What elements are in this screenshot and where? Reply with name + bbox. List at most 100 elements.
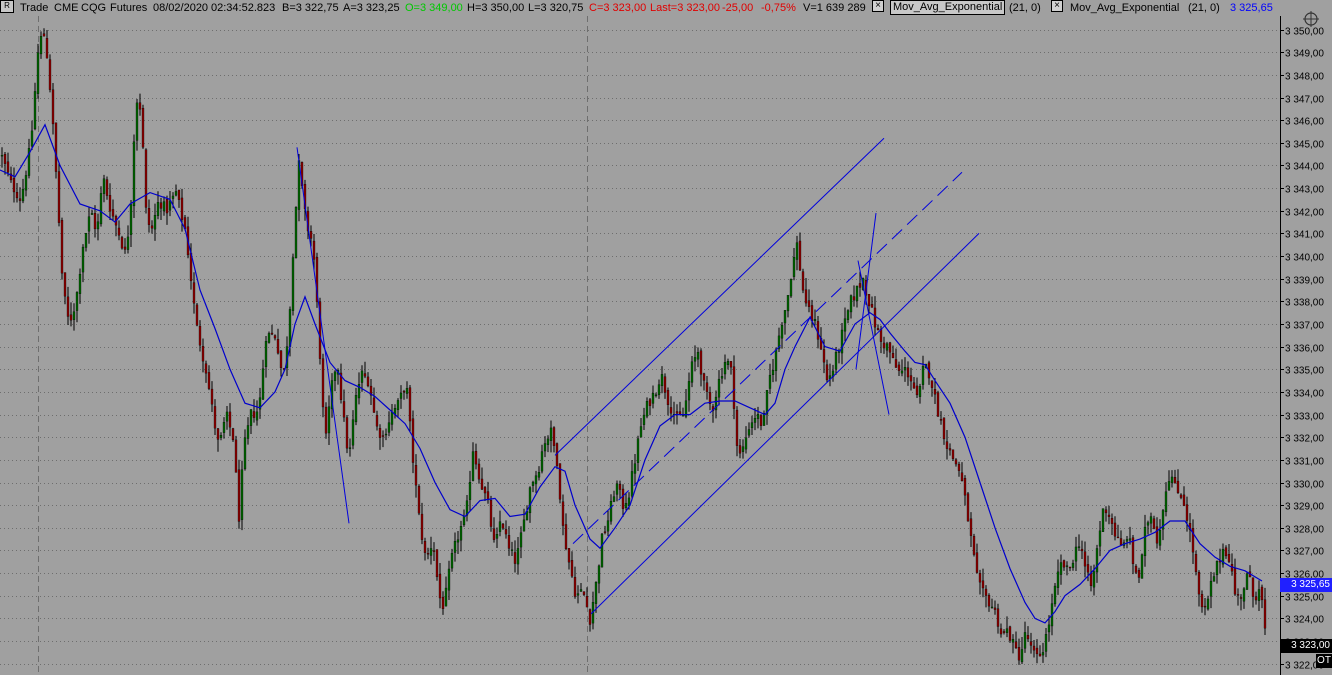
candle-down xyxy=(441,596,445,610)
candle-down xyxy=(117,227,121,236)
candle-down xyxy=(1227,554,1231,562)
candle-up xyxy=(174,191,178,196)
candle-down xyxy=(1026,635,1030,640)
candle-down xyxy=(936,392,940,417)
candle-down xyxy=(141,108,145,148)
candle-up xyxy=(264,341,268,368)
candle-up xyxy=(645,401,649,417)
candle-down xyxy=(3,154,7,164)
candle-up xyxy=(846,310,850,320)
candle-down xyxy=(204,363,208,374)
candle-up xyxy=(1020,649,1024,663)
candle-up xyxy=(1056,571,1060,588)
candle-up xyxy=(774,349,778,371)
date-label: 08/02/2020 xyxy=(153,2,209,14)
candle-down xyxy=(213,406,217,429)
ema-polyline xyxy=(0,123,1263,624)
candle-up xyxy=(132,141,136,207)
candle-down xyxy=(1068,566,1072,569)
candle-down xyxy=(582,591,586,595)
candle-up xyxy=(459,526,463,541)
candle-down xyxy=(66,296,70,317)
trend-lines[interactable] xyxy=(296,137,980,615)
ema-value-marker: 3 325,65 xyxy=(1280,578,1332,592)
candle-down xyxy=(939,419,943,421)
candle-down xyxy=(621,488,625,509)
candle-up xyxy=(510,549,514,551)
candle-down xyxy=(888,342,892,353)
candle-up xyxy=(633,463,637,474)
trend-line xyxy=(296,147,350,524)
crosshair-icon[interactable] xyxy=(1302,10,1320,28)
y-tick-label: 3 349,00 xyxy=(1285,49,1324,60)
candle-down xyxy=(105,179,109,196)
candle-down xyxy=(909,375,913,382)
candle-down xyxy=(966,493,970,522)
candle-down xyxy=(870,304,874,308)
candle-down xyxy=(873,307,877,328)
candle-up xyxy=(630,471,634,497)
candle-down xyxy=(603,531,607,533)
candle-down xyxy=(378,428,382,438)
candle-down xyxy=(432,550,436,552)
candle-down xyxy=(945,441,949,449)
candle-down xyxy=(210,388,214,405)
candle-down xyxy=(798,240,802,271)
candle-up xyxy=(84,232,88,248)
candle-down xyxy=(984,588,988,596)
chart-area[interactable]: 3 350,00 3 349,00 3 348,00 3 347,00 3 346,00… xyxy=(0,0,1332,675)
candle-up xyxy=(156,202,160,216)
ask-value: A=3 323,25 xyxy=(343,2,400,14)
candle-down xyxy=(111,209,115,217)
study2-name[interactable]: Mov_Avg_Exponential xyxy=(1070,0,1179,16)
trend-line xyxy=(554,137,885,456)
candle-down xyxy=(564,524,568,550)
candle-down xyxy=(618,484,622,490)
candle-down xyxy=(879,329,883,342)
price-chart[interactable]: 3 350,00 3 349,00 3 348,00 3 347,00 3 346,00… xyxy=(0,0,1332,675)
ot-marker: OT xyxy=(1316,654,1332,668)
study2-params: (21, 0) xyxy=(1188,2,1220,14)
candle-down xyxy=(876,328,880,331)
trend-line xyxy=(590,233,980,615)
y-tick-label: 3 331,00 xyxy=(1285,457,1324,468)
candle-up xyxy=(885,343,889,351)
candle-up xyxy=(1170,476,1174,483)
candle-down xyxy=(93,213,97,230)
candle-down xyxy=(1083,551,1087,567)
candle-down xyxy=(474,450,478,465)
candle-down xyxy=(414,465,418,486)
close-study1-icon[interactable]: × xyxy=(872,0,884,12)
candle-down xyxy=(915,385,919,396)
candle-down xyxy=(1086,564,1090,573)
candle-down xyxy=(1182,494,1186,506)
candle-up xyxy=(687,381,691,401)
candle-up xyxy=(168,200,172,211)
candle-up xyxy=(447,568,451,591)
candle-up xyxy=(24,175,28,191)
chart-menu-icon[interactable]: R xyxy=(0,0,14,13)
candle-down xyxy=(1239,597,1243,599)
y-tick-label: 3 324,00 xyxy=(1285,615,1324,626)
candle-down xyxy=(270,332,274,335)
candle-down xyxy=(423,541,427,553)
candle-down xyxy=(195,304,199,326)
candle-up xyxy=(96,221,100,230)
study1-name[interactable]: Mov_Avg_Exponential xyxy=(890,0,1006,15)
candle-down xyxy=(1113,522,1117,537)
candle-down xyxy=(489,500,493,527)
candle-up xyxy=(600,533,604,568)
candle-down xyxy=(342,401,346,418)
candle-down xyxy=(894,359,898,368)
candle-up xyxy=(1242,588,1246,602)
candle-down xyxy=(804,289,808,304)
candle-down xyxy=(1236,594,1240,596)
candle-down xyxy=(822,349,826,363)
candle-down xyxy=(18,198,22,201)
candle-up xyxy=(222,422,226,433)
price-axis[interactable]: 3 350,00 3 349,00 3 348,00 3 347,00 3 346,00… xyxy=(1280,16,1332,675)
close-study2-icon[interactable]: × xyxy=(1051,0,1063,12)
candle-up xyxy=(444,587,448,607)
candle-down xyxy=(201,346,205,362)
candle-down xyxy=(981,580,985,589)
